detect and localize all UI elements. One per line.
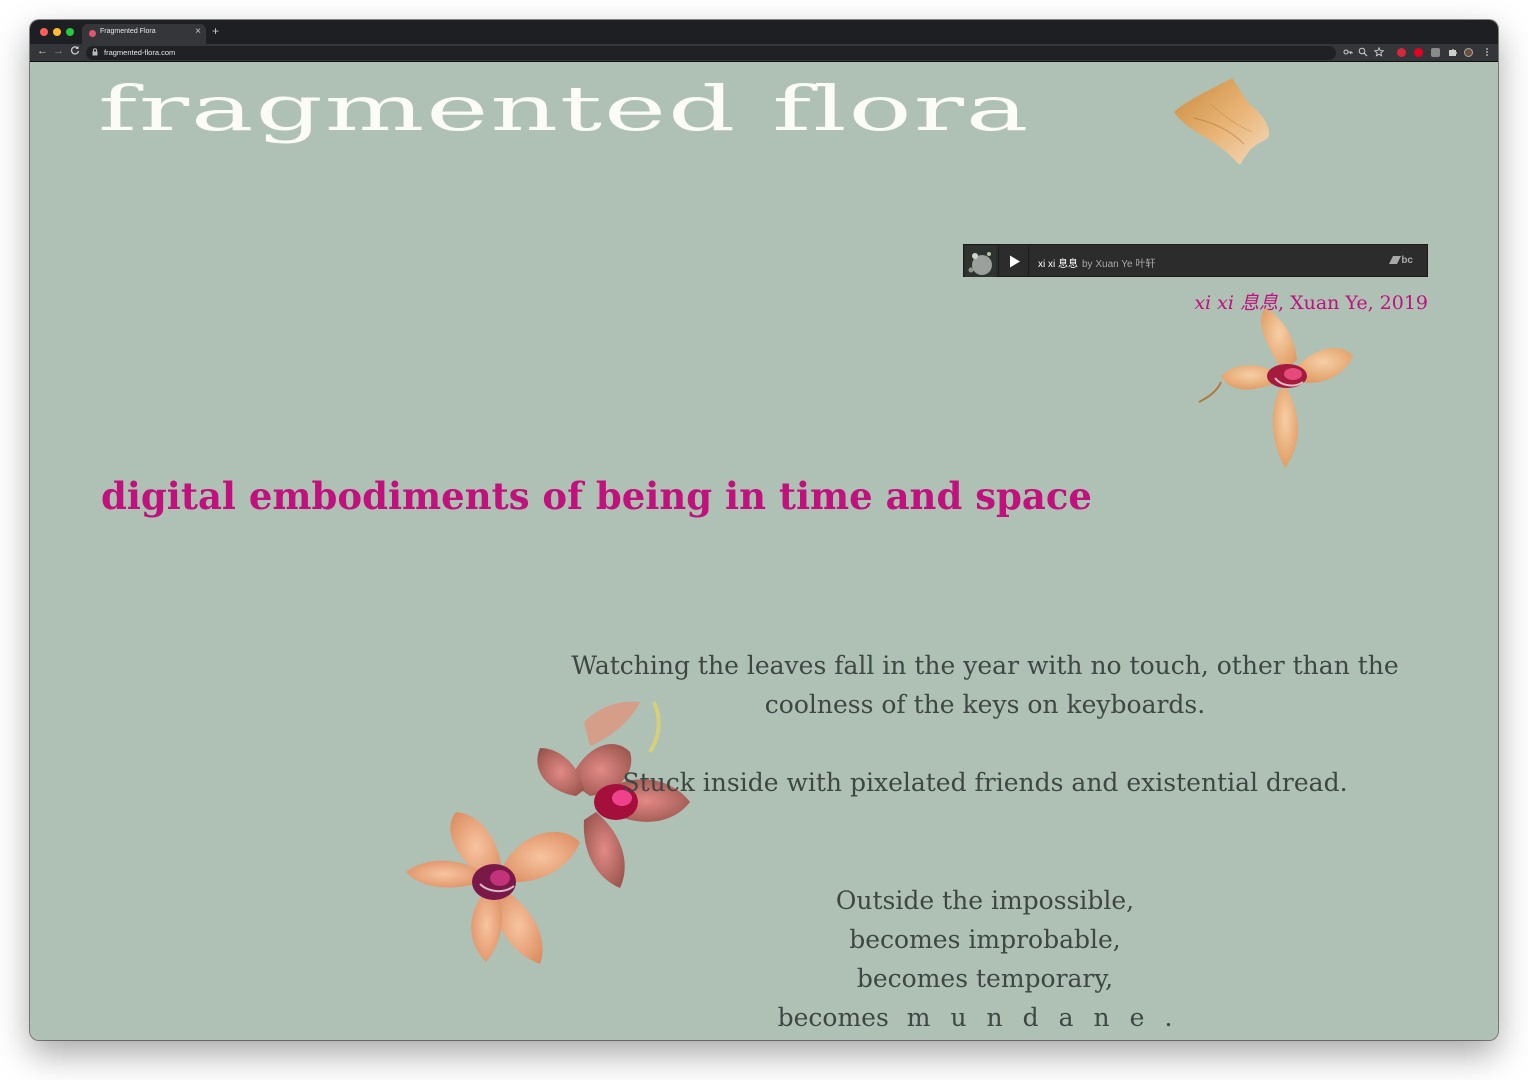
zoom-icon[interactable] xyxy=(1358,47,1368,57)
poem-line: Stuck inside with pixelated friends and … xyxy=(622,768,1348,797)
forward-button[interactable]: → xyxy=(53,45,64,57)
close-window-button[interactable] xyxy=(40,28,48,36)
poem-line: Watching the leaves fall in the year wit… xyxy=(571,651,1399,680)
track-title[interactable]: xi xi 息息 xyxy=(1038,255,1078,270)
extension-red-icon[interactable] xyxy=(1397,48,1406,57)
back-button[interactable]: ← xyxy=(37,45,48,57)
address-bar[interactable]: fragmented-flora.com xyxy=(86,46,1385,60)
poem-stanza-3: Outside the impossible, becomes improbab… xyxy=(550,881,1420,1037)
reload-button[interactable] xyxy=(70,45,80,58)
poem-last-prefix: becomes xyxy=(777,1003,889,1032)
poem-last-word: mundane. xyxy=(906,1003,1193,1032)
bookmark-star-icon[interactable] xyxy=(1373,46,1385,57)
reload-icon xyxy=(70,46,80,55)
album-art xyxy=(965,246,996,277)
poem-line: coolness of the keys on keyboards. xyxy=(764,690,1206,719)
new-tab-button[interactable]: + xyxy=(212,24,219,38)
puzzle-extensions-icon[interactable] xyxy=(1448,47,1458,57)
play-icon xyxy=(1010,255,1020,268)
profile-avatar[interactable] xyxy=(1464,48,1473,57)
poem-line: Outside the impossible, xyxy=(835,886,1135,915)
poem-stanza-1: Watching the leaves fall in the year wit… xyxy=(550,646,1420,724)
pinterest-extension-icon[interactable] xyxy=(1414,48,1423,57)
key-icon[interactable] xyxy=(1343,47,1353,57)
orchid-flower-image xyxy=(1198,308,1353,468)
tab-close-icon[interactable]: × xyxy=(195,26,201,37)
tab-fragmented-flora[interactable]: Fragmented Flora × xyxy=(82,24,206,44)
bandcamp-parallelogram-icon xyxy=(1389,256,1402,264)
bandcamp-logo-text: bc xyxy=(1401,255,1413,266)
tab-bar: Fragmented Flora × + xyxy=(30,20,1498,44)
play-button[interactable] xyxy=(998,246,1029,277)
poem-line: becomes temporary, xyxy=(856,964,1114,993)
poem-line: becomes improbable, xyxy=(849,925,1121,954)
url-text: fragmented-flora.com xyxy=(104,48,176,57)
site-title: fragmented flora xyxy=(98,72,1031,145)
poem-stanza-2: Stuck inside with pixelated friends and … xyxy=(550,763,1420,802)
bandcamp-player[interactable]: xi xi 息息 by Xuan Ye 叶轩 bc xyxy=(963,244,1428,277)
page-content: fragmented flora xi xi 息息 by Xuan Ye 叶轩 … xyxy=(30,62,1498,1040)
maximize-window-button[interactable] xyxy=(66,28,74,36)
lock-icon xyxy=(92,48,98,58)
bandcamp-logo[interactable]: bc xyxy=(1389,255,1413,266)
petal-image xyxy=(1174,78,1269,164)
track-artist[interactable]: by Xuan Ye 叶轩 xyxy=(1082,255,1155,270)
minimize-window-button[interactable] xyxy=(53,28,61,36)
tagline: digital embodiments of being in time and… xyxy=(101,474,1092,518)
favicon-icon xyxy=(89,30,96,37)
browser-toolbar: ← → fragmented-flora.com xyxy=(30,44,1498,62)
browser-window: Fragmented Flora × + ← → fragmented-flor… xyxy=(30,20,1498,1040)
poem-line-last: becomes mundane. xyxy=(550,998,1420,1037)
tab-title: Fragmented Flora xyxy=(100,28,156,35)
kebab-menu-icon[interactable] xyxy=(1482,47,1492,57)
extension-gray-icon[interactable] xyxy=(1431,48,1440,57)
